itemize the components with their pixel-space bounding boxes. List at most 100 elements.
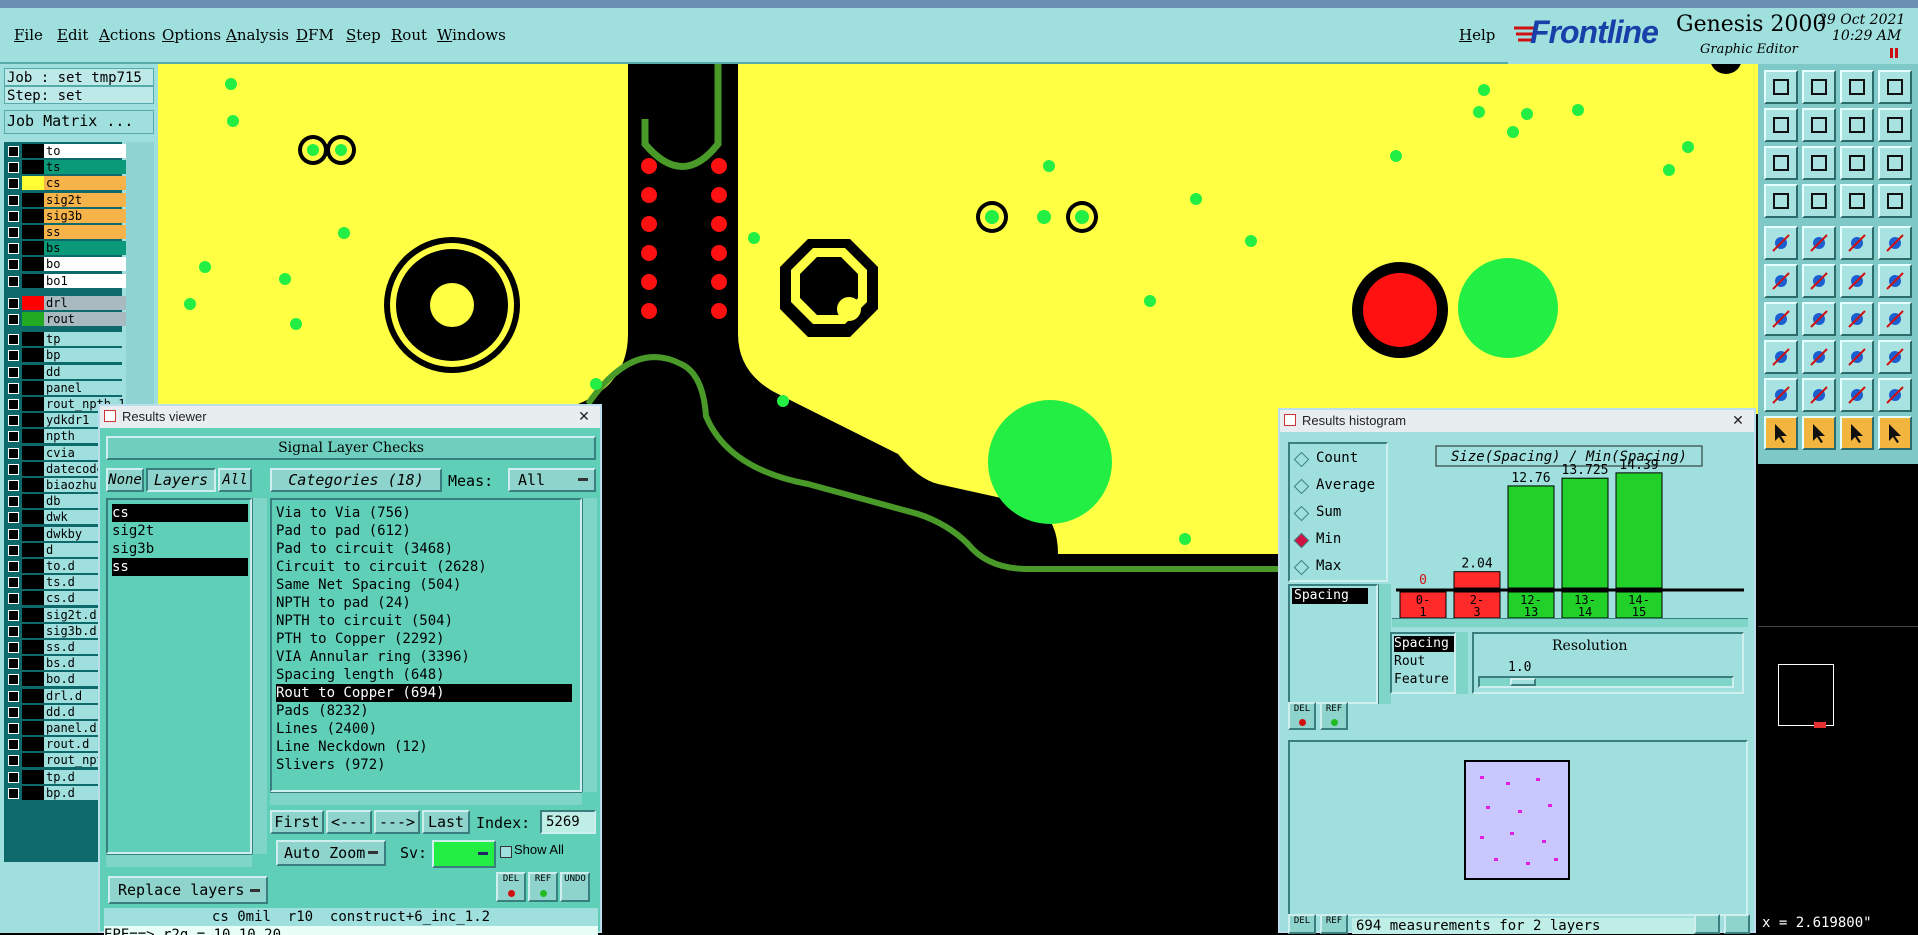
- layer-color-swatch[interactable]: [22, 688, 44, 703]
- table-icon[interactable]: [1802, 184, 1836, 218]
- select-multi-icon[interactable]: [1878, 416, 1912, 450]
- arrow-up-box-icon[interactable]: [1764, 70, 1798, 104]
- pan-icon[interactable]: [1840, 108, 1874, 142]
- close-icon[interactable]: ✕: [574, 408, 594, 424]
- category-item[interactable]: Rout to Copper (694): [276, 684, 572, 702]
- field-item-feature[interactable]: Feature: [1394, 672, 1449, 688]
- result-layer-item[interactable]: cs: [112, 504, 248, 522]
- layer-color-swatch[interactable]: [22, 176, 44, 191]
- layer-checkbox[interactable]: [8, 194, 19, 206]
- layer-checkbox[interactable]: [8, 366, 19, 378]
- last-button[interactable]: Last: [422, 810, 470, 834]
- layer-color-swatch[interactable]: [22, 704, 44, 719]
- layer-color-swatch[interactable]: [22, 607, 44, 622]
- chart-export-button[interactable]: [1724, 914, 1750, 934]
- category-hscroll[interactable]: [270, 792, 582, 805]
- layer-color-swatch[interactable]: [22, 295, 44, 310]
- layer-row-sig2t[interactable]: sig2t: [4, 192, 126, 207]
- category-item[interactable]: Pad to pad (612): [276, 522, 572, 540]
- job-matrix-button[interactable]: Job Matrix ...: [4, 110, 154, 134]
- snap-grid-icon[interactable]: [1878, 184, 1912, 218]
- layer-checkbox[interactable]: [8, 210, 19, 222]
- ref-button[interactable]: REF: [528, 872, 558, 902]
- ref-button-bottom[interactable]: REF: [1320, 914, 1348, 934]
- layer-row-ss[interactable]: ss: [4, 225, 126, 239]
- layer-checkbox[interactable]: [8, 674, 19, 686]
- layer-checkbox[interactable]: [8, 544, 19, 556]
- layer-color-swatch[interactable]: [22, 672, 44, 687]
- circle-fill-icon[interactable]: [1878, 226, 1912, 260]
- menu-help[interactable]: Help: [1459, 26, 1495, 44]
- triangle-c-icon[interactable]: [1878, 378, 1912, 412]
- layer-name[interactable]: bs: [44, 241, 126, 256]
- home-icon[interactable]: [1840, 70, 1874, 104]
- layer-color-swatch[interactable]: [22, 623, 44, 638]
- radio-icon[interactable]: [1293, 451, 1310, 468]
- layer-color-swatch[interactable]: [22, 785, 44, 800]
- layer-color-swatch[interactable]: [22, 413, 44, 428]
- center-icon[interactable]: [1840, 340, 1874, 374]
- layer-row-dd[interactable]: dd: [4, 364, 126, 379]
- layer-row-cs[interactable]: cs: [4, 176, 126, 191]
- snap-icon[interactable]: [1840, 184, 1874, 218]
- layer-color-swatch[interactable]: [22, 364, 44, 379]
- layer-checkbox[interactable]: [8, 593, 19, 605]
- all-button[interactable]: All: [218, 468, 252, 492]
- result-layer-item[interactable]: ss: [112, 558, 248, 576]
- layer-color-swatch[interactable]: [22, 575, 44, 590]
- field-list-scrollbar[interactable]: [1456, 632, 1468, 694]
- pause-icon[interactable]: [1890, 48, 1898, 58]
- layer-row-bp[interactable]: bp: [4, 348, 126, 363]
- square-icon[interactable]: [1764, 226, 1798, 260]
- layer-color-swatch[interactable]: [22, 753, 44, 768]
- layer-row-rout[interactable]: rout: [4, 312, 126, 326]
- dot-arrow-icon[interactable]: [1878, 264, 1912, 298]
- layer-result-scrollbar[interactable]: [252, 498, 267, 854]
- line-icon[interactable]: [1840, 226, 1874, 260]
- layer-checkbox[interactable]: [8, 739, 19, 751]
- result-layer-item[interactable]: sig2t: [112, 522, 248, 540]
- layer-checkbox[interactable]: [8, 512, 19, 524]
- layer-row-panel[interactable]: panel: [4, 380, 126, 395]
- del-button[interactable]: DEL: [1288, 702, 1316, 730]
- line-h-icon[interactable]: [1802, 340, 1836, 374]
- layer-checkbox[interactable]: [8, 415, 19, 427]
- menu-analysis[interactable]: Analysis: [226, 26, 289, 44]
- layer-checkbox[interactable]: [8, 463, 19, 475]
- layer-name[interactable]: drl: [44, 295, 126, 310]
- category-item[interactable]: VIA Annular ring (3396): [276, 648, 572, 666]
- arrow-right-box-icon[interactable]: [1802, 108, 1836, 142]
- layer-checkbox[interactable]: [8, 227, 19, 238]
- category-item[interactable]: Line Neckdown (12): [276, 738, 572, 756]
- layer-color-swatch[interactable]: [22, 656, 44, 671]
- none-button[interactable]: None: [106, 468, 144, 492]
- layer-color-swatch[interactable]: [22, 510, 44, 525]
- zoom-center-icon[interactable]: [1802, 146, 1836, 180]
- dot-edit-icon[interactable]: [1764, 340, 1798, 374]
- radio-icon[interactable]: [1293, 532, 1310, 549]
- layer-checkbox[interactable]: [8, 577, 19, 589]
- layer-color-swatch[interactable]: [22, 348, 44, 363]
- layer-result-hscroll[interactable]: [106, 854, 252, 867]
- measure-item[interactable]: Spacing: [1292, 588, 1368, 604]
- bracket-icon[interactable]: [1878, 302, 1912, 336]
- grid-icon[interactable]: [1878, 70, 1912, 104]
- layer-checkbox[interactable]: [8, 297, 19, 309]
- layer-checkbox[interactable]: [8, 178, 19, 190]
- category-item[interactable]: NPTH to pad (24): [276, 594, 572, 612]
- layer-checkbox[interactable]: [8, 480, 19, 491]
- layer-name[interactable]: ts: [44, 160, 126, 175]
- layer-name[interactable]: dd: [44, 364, 126, 379]
- resolution-slider-thumb[interactable]: [1510, 678, 1536, 686]
- category-item[interactable]: Slivers (972): [276, 756, 572, 774]
- layer-name[interactable]: bo1: [44, 273, 126, 288]
- triangle-a-icon[interactable]: [1802, 378, 1836, 412]
- show-all-checkbox[interactable]: [500, 846, 512, 858]
- layer-color-swatch[interactable]: [22, 397, 44, 411]
- layer-color-swatch[interactable]: [22, 225, 44, 239]
- next-button[interactable]: --->: [374, 810, 420, 834]
- category-item[interactable]: Spacing length (648): [276, 666, 572, 684]
- undo-button[interactable]: UNDO: [560, 872, 590, 902]
- layer-name[interactable]: tp: [44, 332, 126, 347]
- arrow-left-box-icon[interactable]: [1764, 108, 1798, 142]
